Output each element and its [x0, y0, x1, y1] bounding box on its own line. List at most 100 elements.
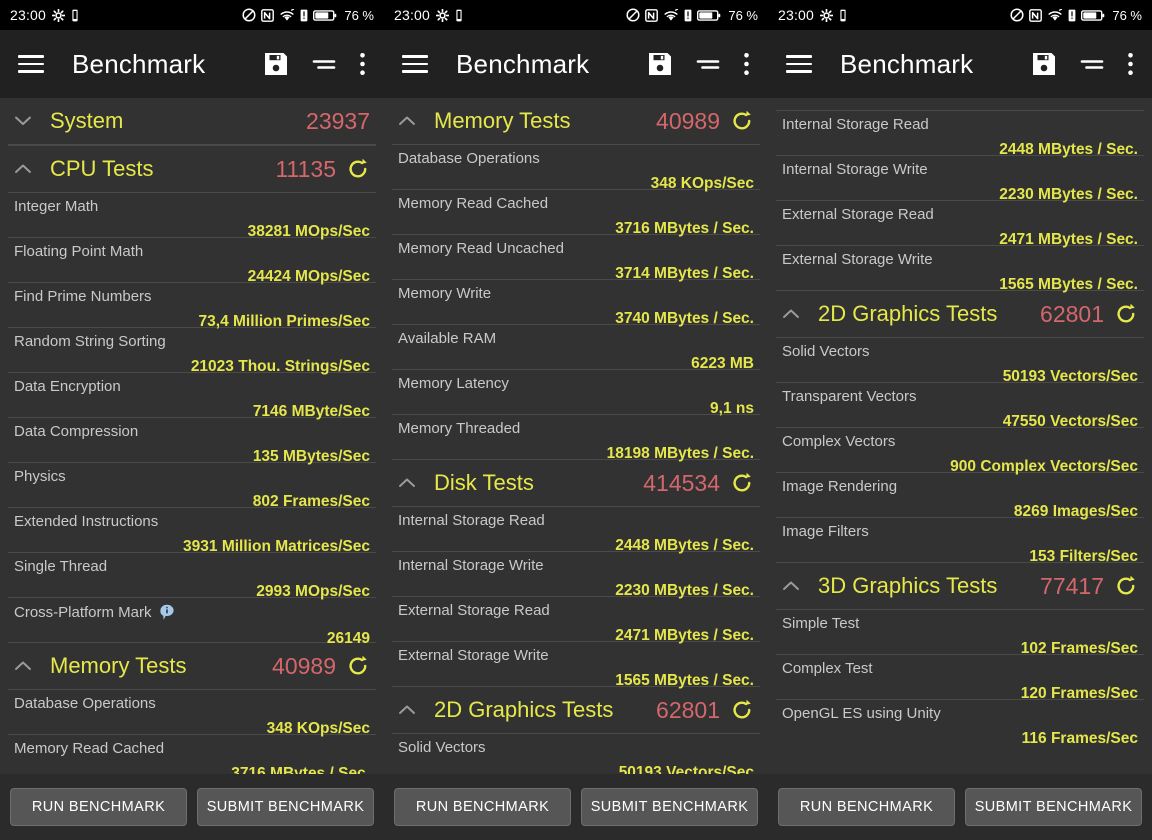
section-header-cpu[interactable]: CPU Tests 11135	[0, 146, 384, 192]
test-row[interactable]: Transparent Vectors 47550 Vectors/Sec	[768, 383, 1152, 429]
test-row[interactable]: Memory Threaded 18198 MBytes / Sec.	[384, 415, 768, 461]
test-row[interactable]: Internal Storage Write 2230 MBytes / Sec.	[384, 552, 768, 598]
refresh-icon[interactable]	[346, 654, 370, 678]
chevron-up-icon[interactable]	[14, 657, 32, 675]
submit-benchmark-button[interactable]: SUBMIT BENCHMARK	[965, 788, 1142, 826]
test-row[interactable]: Database Operations 348 KOps/Sec	[0, 690, 384, 736]
test-row[interactable]: Single Thread 2993 MOps/Sec	[0, 553, 384, 599]
submit-benchmark-button[interactable]: SUBMIT BENCHMARK	[197, 788, 374, 826]
overflow-menu-icon[interactable]	[743, 52, 750, 76]
refresh-icon[interactable]	[730, 109, 754, 133]
section-header-system[interactable]: System 23937	[0, 98, 384, 144]
chevron-up-icon[interactable]	[14, 160, 32, 178]
refresh-button-cpu[interactable]	[346, 157, 370, 181]
test-row[interactable]: Physics 802 Frames/Sec	[0, 463, 384, 509]
test-row[interactable]: Random String Sorting 21023 Thou. Strings…	[0, 328, 384, 374]
test-row[interactable]: Image Rendering 8269 Images/Sec	[768, 473, 1152, 519]
test-row[interactable]: Available RAM 6223 MB	[384, 325, 768, 371]
test-row[interactable]: OpenGL ES using Unity 116 Frames/Sec	[768, 700, 1152, 746]
refresh-icon[interactable]	[346, 157, 370, 181]
section-header-gfx2d[interactable]: 2D Graphics Tests 62801	[384, 687, 768, 733]
chevron-disk[interactable]	[392, 474, 422, 492]
chevron-system[interactable]	[8, 112, 38, 130]
section-header-memory[interactable]: Memory Tests 40989	[384, 98, 768, 144]
test-row[interactable]: Memory Read Cached 3716 MBytes / Sec.	[0, 735, 384, 774]
chevron-up-icon[interactable]	[398, 474, 416, 492]
chevron-memory[interactable]	[392, 112, 422, 130]
save-floppy-icon[interactable]	[1031, 51, 1057, 77]
section-header-gfx3d[interactable]: 3D Graphics Tests 77417	[768, 563, 1152, 609]
section-header-disk[interactable]: Disk Tests 414534	[384, 460, 768, 506]
test-row[interactable]: Solid Vectors 50193 Vectors/Sec	[384, 734, 768, 774]
chevron-up-icon[interactable]	[782, 305, 800, 323]
refresh-button-memory[interactable]	[346, 654, 370, 678]
test-row[interactable]: Simple Test 102 Frames/Sec	[768, 610, 1152, 656]
hamburger-menu-button[interactable]	[786, 55, 812, 73]
test-row[interactable]: Solid Vectors 50193 Vectors/Sec	[768, 338, 1152, 384]
run-benchmark-button[interactable]: RUN BENCHMARK	[778, 788, 955, 826]
refresh-button-gfx3d[interactable]	[1114, 574, 1138, 598]
chevron-memory[interactable]	[8, 657, 38, 675]
refresh-icon[interactable]	[1114, 98, 1138, 99]
refresh-button-memory[interactable]	[730, 109, 754, 133]
chevron-down-icon[interactable]	[14, 112, 32, 130]
test-row[interactable]: Cross-Platform Mark 26149	[0, 598, 384, 646]
chevron-gfx2d[interactable]	[392, 701, 422, 719]
info-icon[interactable]	[159, 604, 175, 621]
sort-button[interactable]	[311, 55, 337, 73]
chevron-cpu[interactable]	[8, 160, 38, 178]
test-row[interactable]: Memory Write 3740 MBytes / Sec.	[384, 280, 768, 326]
test-row[interactable]: Memory Read Uncached 3714 MBytes / Sec.	[384, 235, 768, 281]
test-row[interactable]: Internal Storage Read 2448 MBytes / Sec.	[768, 111, 1152, 157]
test-row[interactable]: Memory Latency 9,1 ns	[384, 370, 768, 416]
test-row[interactable]: Extended Instructions 3931 Million Matric…	[0, 508, 384, 554]
sort-icon[interactable]	[311, 55, 337, 73]
benchmark-list[interactable]: Disk Tests 414534 Internal Storage Read 244…	[768, 98, 1152, 774]
hamburger-menu-button[interactable]	[18, 55, 44, 73]
refresh-icon[interactable]	[1114, 302, 1138, 326]
test-row[interactable]: Complex Test 120 Frames/Sec	[768, 655, 1152, 701]
sort-button[interactable]	[1079, 55, 1105, 73]
section-header-gfx2d[interactable]: 2D Graphics Tests 62801	[768, 291, 1152, 337]
run-benchmark-button[interactable]: RUN BENCHMARK	[10, 788, 187, 826]
save-button[interactable]	[263, 51, 289, 77]
save-floppy-icon[interactable]	[263, 51, 289, 77]
chevron-up-icon[interactable]	[398, 112, 416, 130]
test-row[interactable]: Internal Storage Read 2448 MBytes / Sec.	[384, 507, 768, 553]
test-row[interactable]: Floating Point Math 24424 MOps/Sec	[0, 238, 384, 284]
test-row[interactable]: External Storage Write 1565 MBytes / Sec.	[384, 642, 768, 688]
chevron-gfx2d[interactable]	[776, 305, 806, 323]
save-button[interactable]	[647, 51, 673, 77]
test-row[interactable]: External Storage Read 2471 MBytes / Sec.	[384, 597, 768, 643]
test-row[interactable]: Database Operations 348 KOps/Sec	[384, 145, 768, 191]
overflow-menu-button[interactable]	[1127, 52, 1134, 76]
test-row[interactable]: Data Compression 135 MBytes/Sec	[0, 418, 384, 464]
run-benchmark-button[interactable]: RUN BENCHMARK	[394, 788, 571, 826]
test-row[interactable]: Data Encryption 7146 MByte/Sec	[0, 373, 384, 419]
sort-button[interactable]	[695, 55, 721, 73]
chevron-up-icon[interactable]	[782, 577, 800, 595]
test-row[interactable]: Image Filters 153 Filters/Sec	[768, 518, 1152, 564]
test-row[interactable]: Find Prime Numbers 73,4 Million Primes/Se…	[0, 283, 384, 329]
benchmark-list[interactable]: Memory Tests 40989 Database Operations 348 …	[384, 98, 768, 774]
overflow-menu-button[interactable]	[359, 52, 366, 76]
test-row[interactable]: Complex Vectors 900 Complex Vectors/Sec	[768, 428, 1152, 474]
chevron-gfx3d[interactable]	[776, 577, 806, 595]
test-row[interactable]: Memory Read Cached 3716 MBytes / Sec.	[384, 190, 768, 236]
refresh-icon[interactable]	[730, 471, 754, 495]
test-row[interactable]: Integer Math 38281 MOps/Sec	[0, 193, 384, 239]
test-row[interactable]: External Storage Read 2471 MBytes / Sec.	[768, 201, 1152, 247]
overflow-menu-button[interactable]	[743, 52, 750, 76]
save-button[interactable]	[1031, 51, 1057, 77]
test-row[interactable]: External Storage Write 1565 MBytes / Sec.	[768, 246, 1152, 292]
sort-icon[interactable]	[695, 55, 721, 73]
refresh-icon[interactable]	[730, 698, 754, 722]
section-header-disk[interactable]: Disk Tests 414534	[768, 98, 1152, 110]
refresh-button-disk[interactable]	[730, 471, 754, 495]
overflow-menu-icon[interactable]	[1127, 52, 1134, 76]
chevron-up-icon[interactable]	[398, 701, 416, 719]
submit-benchmark-button[interactable]: SUBMIT BENCHMARK	[581, 788, 758, 826]
benchmark-list[interactable]: System 23937 CPU Tests 11135 Integer Math 382…	[0, 98, 384, 774]
refresh-button-gfx2d[interactable]	[1114, 302, 1138, 326]
hamburger-menu-button[interactable]	[402, 55, 428, 73]
